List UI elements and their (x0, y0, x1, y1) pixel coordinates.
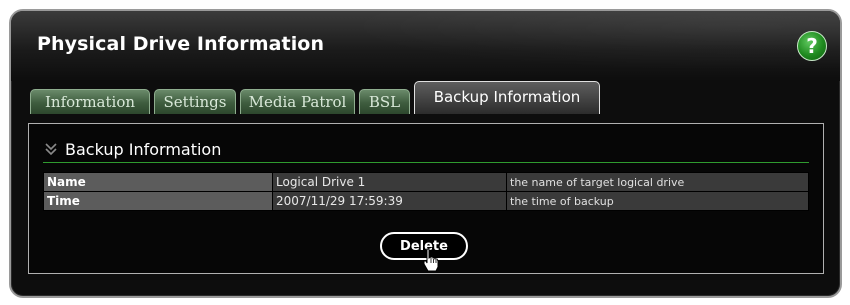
table-row: Name Logical Drive 1 the name of target … (43, 172, 809, 192)
row-value: Logical Drive 1 (272, 172, 507, 192)
tab-bsl[interactable]: BSL (359, 89, 410, 114)
help-icon: ? (806, 34, 818, 58)
tab-settings[interactable]: Settings (154, 89, 236, 114)
double-chevron-down-icon (43, 141, 59, 157)
tab-information[interactable]: Information (30, 89, 150, 114)
tab-content: Backup Information Name Logical Drive 1 … (28, 123, 824, 274)
row-description: the name of target logical drive (506, 172, 809, 192)
row-description: the time of backup (506, 191, 809, 211)
section-title: Backup Information (65, 139, 222, 159)
hand-pointer-icon (423, 248, 439, 272)
physical-drive-panel: Physical Drive Information ? Information… (9, 9, 842, 298)
help-button[interactable]: ? (797, 31, 827, 61)
table-row: Time 2007/11/29 17:59:39 the time of bac… (43, 191, 809, 211)
row-key: Time (43, 191, 273, 211)
tab-media-patrol[interactable]: Media Patrol (240, 89, 355, 114)
backup-info-table: Name Logical Drive 1 the name of target … (43, 172, 809, 211)
row-value: 2007/11/29 17:59:39 (272, 191, 507, 211)
tab-backup-information[interactable]: Backup Information (414, 81, 600, 114)
page-title: Physical Drive Information (37, 33, 325, 55)
row-key: Name (43, 172, 273, 192)
section-header[interactable]: Backup Information (43, 136, 809, 163)
